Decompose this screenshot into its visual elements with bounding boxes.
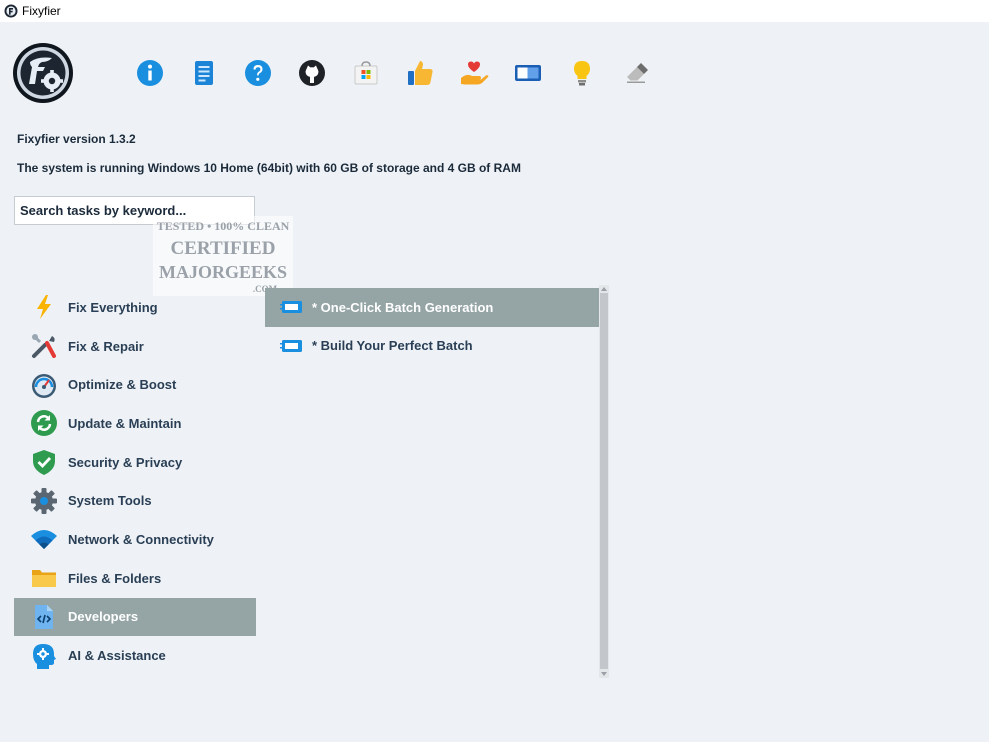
folder-icon [30, 564, 58, 592]
category-label: AI & Assistance [68, 648, 166, 664]
scrollbar-thumb[interactable] [600, 293, 608, 669]
store-icon[interactable] [351, 58, 381, 88]
title-bar: Fixyfier [0, 0, 989, 22]
task-list: * One-Click Batch Generation * Build You… [265, 288, 599, 365]
category-label: Files & Folders [68, 570, 162, 586]
shield-icon [30, 448, 58, 476]
code-file-icon [30, 603, 58, 631]
category-network-connectivity[interactable]: Network & Connectivity [14, 520, 256, 559]
category-files-folders[interactable]: Files & Folders [14, 559, 256, 598]
app-icon [4, 4, 18, 18]
category-label: System Tools [68, 493, 152, 509]
category-system-tools[interactable]: System Tools [14, 481, 256, 520]
category-optimize-boost[interactable]: Optimize & Boost [14, 365, 256, 404]
version-text: Fixyfier version 1.3.2 [17, 132, 136, 146]
task-one-click-batch-generation[interactable]: * One-Click Batch Generation [265, 288, 599, 327]
donate-icon[interactable] [459, 58, 489, 88]
help-icon[interactable] [243, 58, 273, 88]
watermark-line-2: CERTIFIED [171, 238, 276, 259]
category-label: Fix & Repair [68, 338, 144, 354]
category-label: Developers [68, 609, 139, 625]
category-security-privacy[interactable]: Security & Privacy [14, 443, 256, 482]
task-label: * One-Click Batch Generation [312, 299, 494, 315]
task-label: * Build Your Perfect Batch [312, 338, 473, 354]
watermark-line-3: MAJORGEEKS [159, 262, 287, 282]
category-update-maintain[interactable]: Update & Maintain [14, 404, 256, 443]
category-label: Fix Everything [68, 299, 158, 315]
category-label: Optimize & Boost [68, 377, 177, 393]
github-icon[interactable] [297, 58, 327, 88]
category-ai-assistance[interactable]: AI & Assistance [14, 636, 256, 675]
eraser-icon[interactable] [621, 58, 651, 88]
changelog-icon[interactable] [189, 58, 219, 88]
ai-head-icon [30, 642, 58, 670]
task-build-your-perfect-batch[interactable]: * Build Your Perfect Batch [265, 327, 599, 366]
category-label: Update & Maintain [68, 415, 182, 431]
category-list: Fix Everything Fix & Repair Optimize & B… [14, 288, 256, 675]
majorgeeks-watermark: TESTED • 100% CLEAN CERTIFIED MAJORGEEKS… [153, 216, 293, 296]
system-info-text: The system is running Windows 10 Home (6… [17, 161, 521, 175]
wifi-icon [30, 525, 58, 553]
category-developers[interactable]: Developers [14, 597, 256, 637]
category-label: Security & Privacy [68, 454, 183, 470]
like-icon[interactable] [405, 58, 435, 88]
display-icon[interactable] [513, 58, 543, 88]
tips-icon[interactable] [567, 58, 597, 88]
info-icon[interactable] [135, 58, 165, 88]
scroll-down-icon[interactable] [601, 671, 607, 677]
gear-icon [30, 487, 58, 515]
refresh-icon [30, 409, 58, 437]
speedometer-icon [30, 371, 58, 399]
tools-icon [30, 332, 58, 360]
category-fix-repair[interactable]: Fix & Repair [14, 327, 256, 366]
fixyfier-logo [13, 43, 73, 103]
scroll-up-icon[interactable] [601, 286, 607, 292]
category-label: Network & Connectivity [68, 531, 214, 547]
watermark-line-1: TESTED • 100% CLEAN [157, 219, 290, 233]
batch-icon [280, 339, 302, 353]
window-title: Fixyfier [22, 4, 61, 18]
task-list-scrollbar[interactable] [599, 285, 609, 678]
category-fix-everything[interactable]: Fix Everything [14, 288, 256, 327]
batch-icon [280, 300, 302, 314]
lightning-icon [30, 293, 58, 321]
